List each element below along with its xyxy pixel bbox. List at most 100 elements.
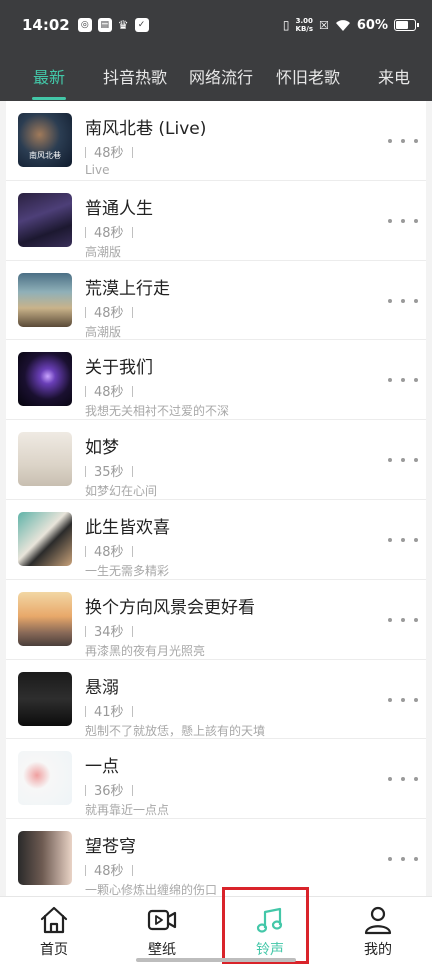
song-duration: 48秒 — [94, 305, 124, 321]
list-item[interactable]: 如梦 35秒 如梦幻在心间 — [6, 420, 426, 500]
tab-latest[interactable]: 最新 — [33, 64, 65, 88]
list-item[interactable]: 悬溺 41秒 剋制不了就放恁，懸上該有的天墳 — [6, 660, 426, 740]
list-item[interactable]: 此生皆欢喜 48秒 一生无需多精彩 — [6, 500, 426, 580]
user-icon — [364, 906, 392, 935]
more-options-icon[interactable] — [388, 215, 418, 227]
home-indicator[interactable] — [136, 958, 296, 962]
song-duration: 41秒 — [94, 704, 124, 720]
song-title: 普通人生 — [85, 198, 153, 219]
song-description: 一生无需多精彩 — [85, 563, 170, 578]
app-notification-icon: ◎ — [77, 18, 92, 32]
active-tab-indicator — [32, 97, 66, 100]
song-meta: 35秒 — [85, 461, 141, 480]
song-description: 剋制不了就放恁，懸上該有的天墳 — [85, 723, 266, 738]
song-description: 我想无关相衬不过爱的不深 — [85, 404, 230, 419]
sim-icon: ☒ — [319, 18, 329, 32]
more-options-icon[interactable] — [388, 295, 418, 307]
song-description: 高潮版 — [85, 324, 122, 339]
list-item[interactable]: 关于我们 48秒 我想无关相衬不过爱的不深 — [6, 340, 426, 421]
notification-icons: ◎ ▤ ♛ ✓ — [77, 18, 149, 32]
app-notification-icon: ▤ — [97, 18, 112, 32]
song-meta: 48秒 — [85, 381, 141, 400]
more-options-icon[interactable] — [388, 773, 418, 785]
song-duration: 48秒 — [94, 385, 124, 401]
song-meta: 48秒 — [85, 302, 141, 321]
song-title: 望苍穹 — [85, 837, 136, 858]
song-duration: 48秒 — [94, 146, 124, 161]
song-duration: 48秒 — [94, 544, 124, 560]
battery-icon — [394, 19, 419, 31]
more-options-icon[interactable] — [388, 374, 418, 386]
list-item[interactable]: 南风北巷 南风北巷 (Live) 48秒 Live — [6, 101, 426, 181]
song-meta: 41秒 — [85, 701, 141, 720]
status-right: ▯ 3.00 KB/s ☒ 60% — [282, 17, 419, 33]
song-duration: 35秒 — [94, 465, 124, 481]
song-duration: 48秒 — [94, 225, 124, 241]
list-item[interactable]: 换个方向风景会更好看 34秒 再漆黑的夜有月光照亮 — [6, 580, 426, 660]
more-options-icon[interactable] — [388, 614, 418, 626]
song-duration: 36秒 — [94, 784, 124, 800]
vibrate-icon: ▯ — [282, 18, 290, 32]
album-cover — [18, 352, 72, 407]
status-bar: 14:02 ◎ ▤ ♛ ✓ ▯ 3.00 KB/s ☒ 60% — [0, 0, 432, 50]
song-description: 就再靠近一点点 — [85, 803, 170, 818]
more-options-icon[interactable] — [388, 853, 418, 865]
crown-icon: ♛ — [117, 18, 129, 32]
album-cover — [18, 272, 72, 327]
album-cover: 南风北巷 — [18, 113, 72, 167]
album-cover — [18, 432, 72, 487]
nav-home-label: 首页 — [40, 942, 68, 958]
song-meta: 48秒 — [85, 860, 141, 879]
more-options-icon[interactable] — [388, 135, 418, 147]
album-cover — [18, 751, 72, 806]
album-cover — [18, 831, 72, 886]
highlight-annotation — [222, 887, 309, 964]
song-title: 关于我们 — [85, 358, 153, 379]
list-item[interactable]: 荒漠上行走 48秒 高潮版 — [6, 261, 426, 341]
song-meta: 48秒 — [85, 222, 141, 241]
status-time: 14:02 — [22, 16, 70, 34]
nav-mine-label: 我的 — [364, 942, 392, 958]
song-title: 此生皆欢喜 — [85, 517, 170, 538]
more-options-icon[interactable] — [388, 534, 418, 546]
tab-oldies[interactable]: 怀旧老歌 — [276, 64, 340, 88]
song-meta: 36秒 — [85, 780, 141, 799]
list-item[interactable]: 一点 36秒 就再靠近一点点 — [6, 739, 426, 820]
song-description: Live — [85, 163, 110, 177]
song-duration: 34秒 — [94, 624, 124, 640]
song-title: 荒漠上行走 — [85, 278, 170, 299]
list-item[interactable]: 普通人生 48秒 高潮版 — [6, 181, 426, 261]
song-title: 一点 — [85, 757, 119, 778]
video-icon — [147, 909, 177, 931]
nav-wallpaper-label: 壁纸 — [148, 942, 176, 958]
more-options-icon[interactable] — [388, 454, 418, 466]
battery-percent: 60% — [356, 17, 388, 33]
more-options-icon[interactable] — [388, 694, 418, 706]
tab-caller-ringtone[interactable]: 来电 — [378, 64, 410, 88]
song-duration: 48秒 — [94, 864, 124, 880]
album-cover — [18, 591, 72, 646]
tab-internet-pop[interactable]: 网络流行 — [189, 64, 253, 88]
net-speed: 3.00 KB/s — [295, 17, 313, 33]
song-meta: 48秒 — [85, 541, 141, 560]
song-title: 南风北巷 (Live) — [85, 119, 207, 139]
message-icon: ✓ — [134, 18, 149, 32]
song-title: 换个方向风景会更好看 — [85, 597, 255, 618]
song-meta: 48秒 — [85, 142, 141, 161]
nav-mine[interactable]: 我的 — [324, 897, 432, 964]
song-description: 再漆黑的夜有月光照亮 — [85, 643, 206, 658]
album-cover — [18, 511, 72, 566]
tab-douyin-hits[interactable]: 抖音热歌 — [103, 64, 167, 88]
song-title: 如梦 — [85, 438, 119, 459]
album-cover — [18, 192, 72, 247]
song-title: 悬溺 — [85, 677, 119, 698]
album-cover — [18, 671, 72, 726]
nav-home[interactable]: 首页 — [0, 897, 108, 964]
ringtone-list: 南风北巷 南风北巷 (Live) 48秒 Live 普通人生 48秒 高潮版 荒… — [6, 101, 426, 896]
ringtone-list-area[interactable]: 南风北巷 南风北巷 (Live) 48秒 Live 普通人生 48秒 高潮版 荒… — [0, 101, 432, 896]
list-item[interactable]: 望苍穹 48秒 一颗心修炼出缠绵的伤口 — [6, 819, 426, 896]
song-description: 如梦幻在心间 — [85, 484, 158, 499]
nav-wallpaper[interactable]: 壁纸 — [108, 897, 216, 964]
wifi-icon — [335, 19, 350, 31]
bottom-navigation: 首页 壁纸 铃声 我的 — [0, 896, 432, 964]
